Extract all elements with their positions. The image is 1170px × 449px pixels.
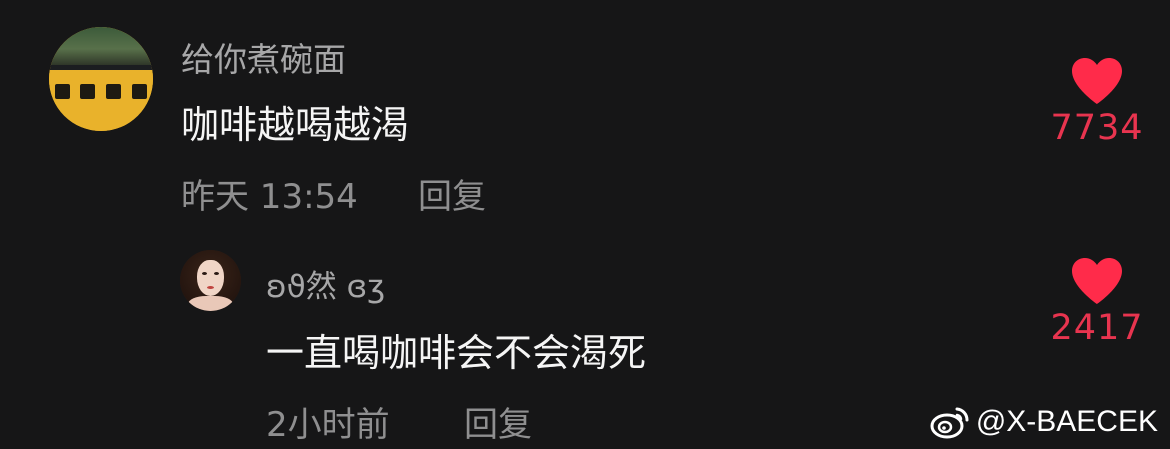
avatar-plaque-glyph	[80, 84, 95, 99]
comment-timestamp: 昨天 13:54	[181, 177, 358, 217]
avatar-plaque-glyph	[132, 84, 147, 99]
avatar-eye	[202, 272, 207, 275]
like-count: 2417	[1050, 308, 1144, 348]
avatar-body	[188, 296, 233, 311]
reply-timestamp: 2小时前	[266, 405, 390, 445]
reply-username[interactable]: ʚϑ然 ɞʒ	[266, 261, 385, 306]
comment-username[interactable]: 给你煮碗面	[181, 33, 346, 81]
comment-content: 咖啡越喝越渴	[181, 103, 410, 147]
reply-button[interactable]: 回复	[418, 169, 486, 218]
watermark-text: @X-BAECEK	[975, 405, 1158, 438]
avatar-plaque-glyph	[106, 84, 121, 99]
heart-icon	[1072, 258, 1122, 304]
avatar[interactable]	[180, 250, 241, 311]
avatar-sky	[49, 27, 153, 67]
avatar-face	[197, 260, 224, 296]
avatar-lips	[207, 286, 214, 289]
watermark: @X-BAECEK	[930, 402, 1158, 442]
avatar[interactable]	[49, 27, 153, 131]
weibo-logo-icon	[930, 407, 969, 439]
avatar-plaque-glyph	[55, 84, 70, 99]
heart-icon	[1072, 58, 1122, 104]
like-count: 7734	[1050, 108, 1144, 148]
like-button[interactable]: 2417	[1047, 256, 1147, 348]
avatar-plaque	[49, 70, 153, 131]
avatar-eye	[214, 272, 219, 275]
reply-button[interactable]: 回复	[464, 397, 532, 446]
reply-content: 一直喝咖啡会不会渴死	[266, 331, 647, 375]
like-button[interactable]: 7734	[1047, 56, 1147, 148]
